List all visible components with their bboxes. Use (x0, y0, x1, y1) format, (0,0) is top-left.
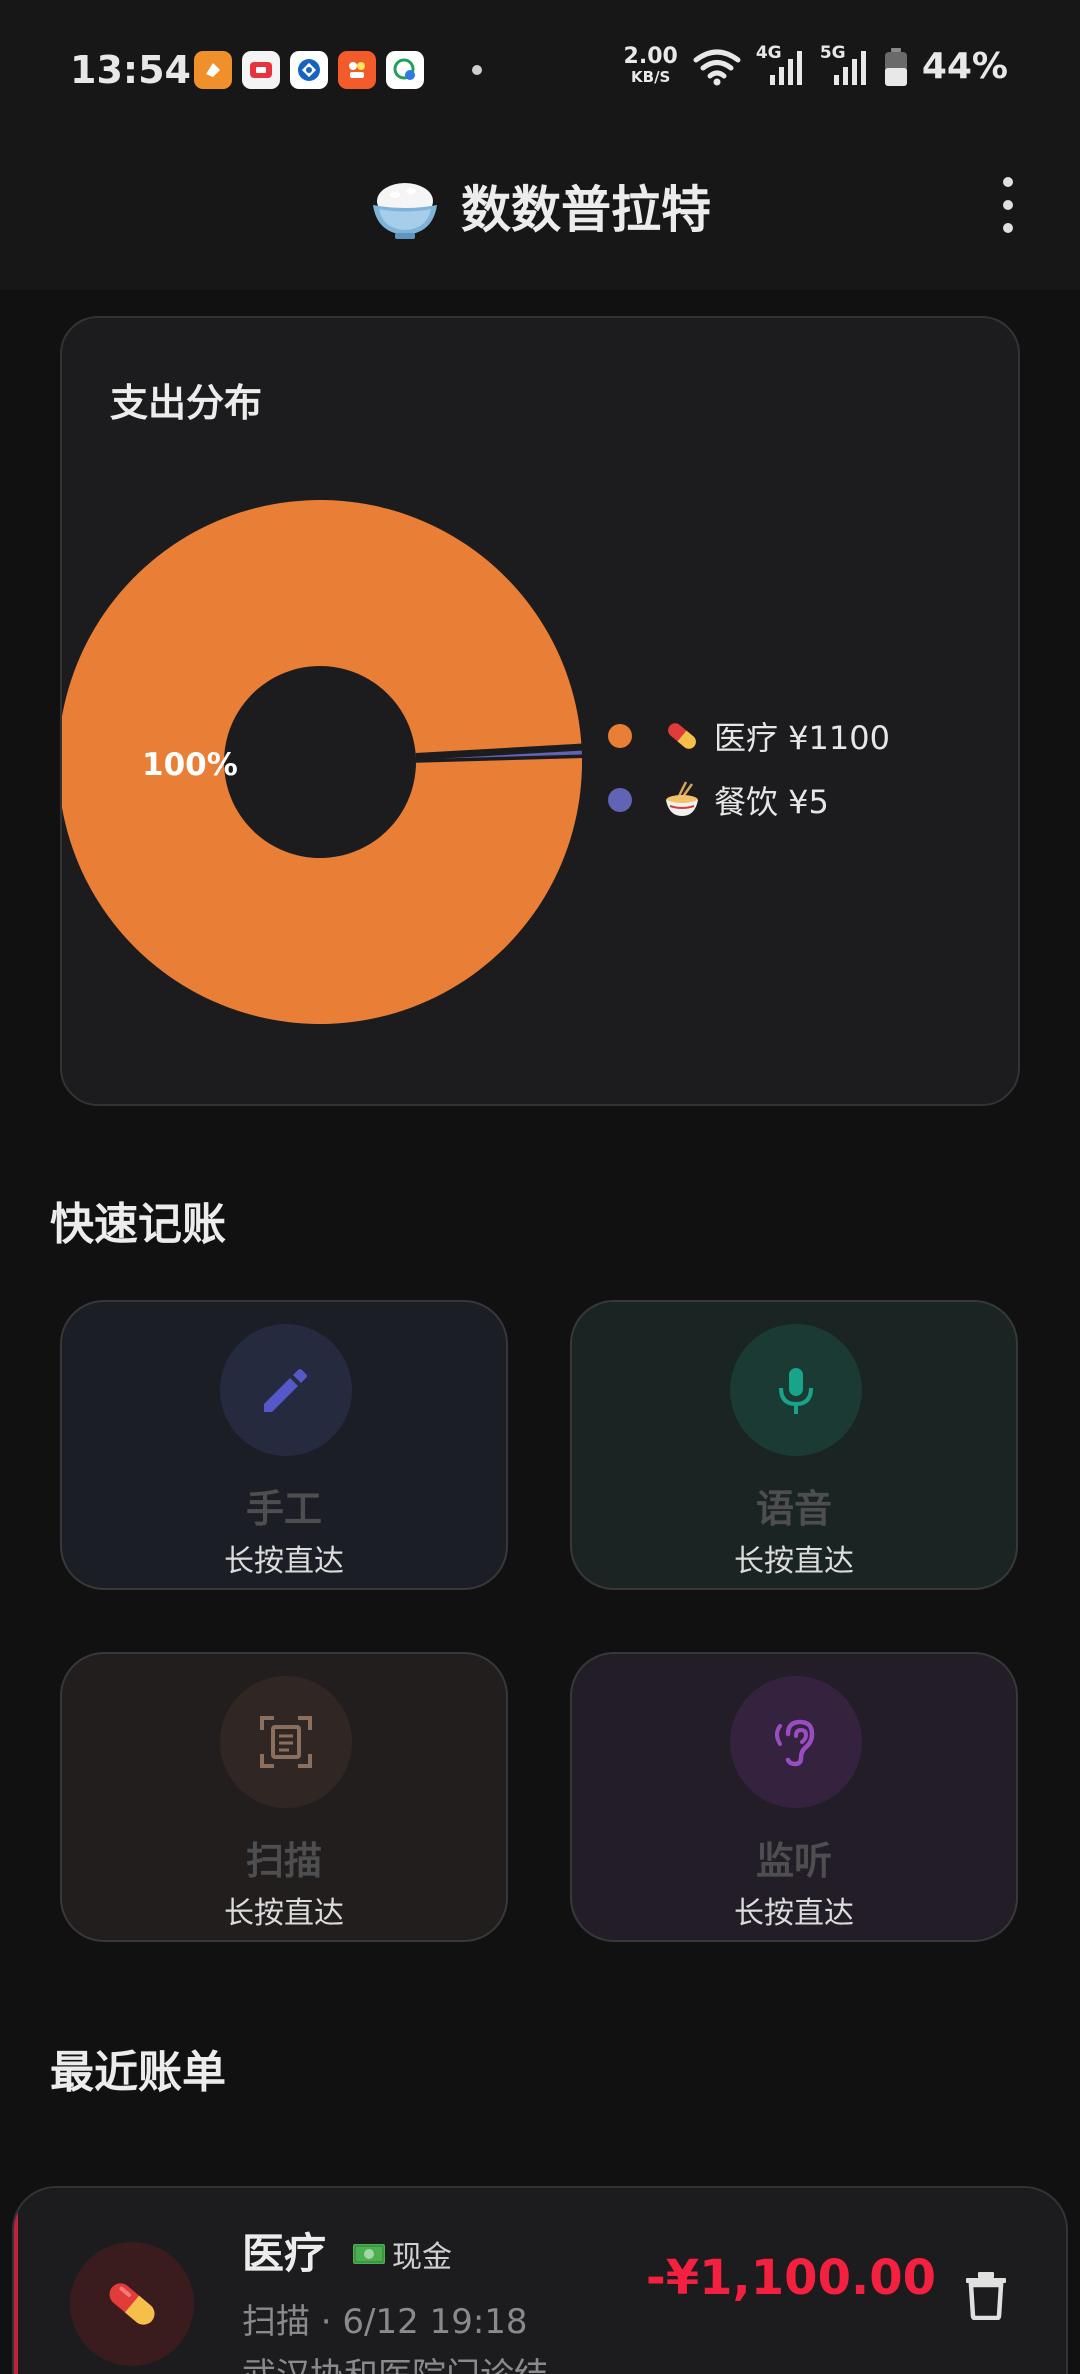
tile-label: 监听 (755, 1839, 832, 1883)
bill-meta: 扫描 · 6/12 19:18 (242, 2302, 528, 2342)
video-app-icon (242, 51, 280, 89)
slice-percent-label: 100% (142, 747, 238, 783)
tile-icon-circle (730, 1676, 862, 1808)
legend-item-medical[interactable]: 医疗 ¥1100 (608, 704, 890, 768)
status-time: 13:54 (70, 48, 191, 92)
quick-tile-manual[interactable]: 手工 长按直达 (60, 1300, 508, 1590)
bill-payment-label: 现金 (392, 2240, 452, 2275)
quick-tile-scan[interactable]: 扫描 长按直达 (60, 1652, 508, 1942)
noodle-bowl-icon (662, 780, 702, 820)
tile-icon-circle (730, 1324, 862, 1456)
pill-icon (662, 716, 702, 756)
bank-app-icon (290, 51, 328, 89)
notification-icons (194, 51, 482, 89)
bill-accent-bar (14, 2188, 18, 2374)
tile-subtext: 长按直达 (734, 1544, 854, 1579)
pencil-icon (264, 1369, 307, 1412)
network-speed-unit: KB/S (631, 67, 671, 86)
chart-legend: 医疗 ¥1100 餐饮 ¥5 (608, 704, 890, 832)
signal-4g: 4G (756, 43, 806, 87)
quick-tile-voice[interactable]: 语音 长按直达 (570, 1300, 1018, 1590)
cash-icon (353, 2244, 385, 2264)
app-title-text: 数数普拉特 (461, 181, 711, 239)
shopping-app-icon (338, 51, 376, 89)
tile-subtext: 长按直达 (224, 1544, 344, 1579)
network-speed-value: 2.00 (623, 43, 678, 69)
microphone-icon (779, 1368, 813, 1414)
tile-subtext: 长按直达 (734, 1896, 854, 1931)
expense-distribution-card: 支出分布 100% 医疗 ¥1100 餐饮 ¥5 (60, 316, 1020, 1106)
legend-item-food[interactable]: 餐饮 ¥5 (608, 768, 890, 832)
signal-bars-icon (833, 50, 866, 85)
signal-5g: 5G (820, 43, 870, 87)
app-bar: 数数普拉特 (0, 135, 1080, 290)
recent-bills-title: 最近账单 (50, 2047, 226, 2098)
tile-subtext: 长按直达 (224, 1896, 344, 1931)
ear-icon (775, 1719, 815, 1767)
network-speed: 2.00 KB/S (623, 43, 678, 87)
trash-icon[interactable] (964, 2270, 1008, 2320)
tile-icon-circle (220, 1324, 352, 1456)
legend-dot-medical (608, 724, 632, 748)
bill-note: 武汉协和医院门诊结... (242, 2348, 580, 2374)
tile-label: 语音 (755, 1487, 832, 1531)
tile-icon-circle (220, 1676, 352, 1808)
wifi-icon (693, 49, 741, 85)
pill-icon (70, 2242, 194, 2366)
battery-icon (884, 47, 907, 86)
legend-dot-food (608, 788, 632, 812)
bill-category: 医疗 (242, 2229, 327, 2278)
app-notification-icon (194, 51, 232, 89)
bill-payment-method: 现金 (352, 2232, 452, 2276)
scan-document-icon (260, 1716, 312, 1768)
bill-amount: -¥1,100.00 (645, 2250, 936, 2306)
tile-label: 手工 (245, 1487, 322, 1531)
signal-bars-icon (769, 50, 802, 85)
status-bar: 13:54 2.00 KB/S 4G 5G 44% (0, 0, 1080, 135)
donut-slice-medical[interactable] (62, 500, 582, 1024)
legend-label-medical: 医疗 ¥1100 (714, 719, 890, 757)
quick-entry-title: 快速记账 (50, 1199, 226, 1250)
tile-label: 扫描 (245, 1839, 322, 1883)
status-right: 2.00 KB/S 4G 5G 44% (623, 43, 1008, 88)
more-notifications-dot (472, 65, 482, 75)
chat-app-icon (386, 51, 424, 89)
bill-item[interactable]: 医疗 现金 扫描 · 6/12 19:18 武汉协和医院门诊结... -¥1,1… (12, 2186, 1068, 2374)
legend-label-food: 餐饮 ¥5 (714, 783, 829, 821)
more-options-icon[interactable] (996, 177, 1020, 233)
battery-percent: 44% (921, 46, 1008, 87)
quick-tile-listen[interactable]: 监听 长按直达 (570, 1652, 1018, 1942)
app-title: 数数普拉特 (0, 170, 1080, 253)
rice-bowl-icon (369, 175, 441, 253)
